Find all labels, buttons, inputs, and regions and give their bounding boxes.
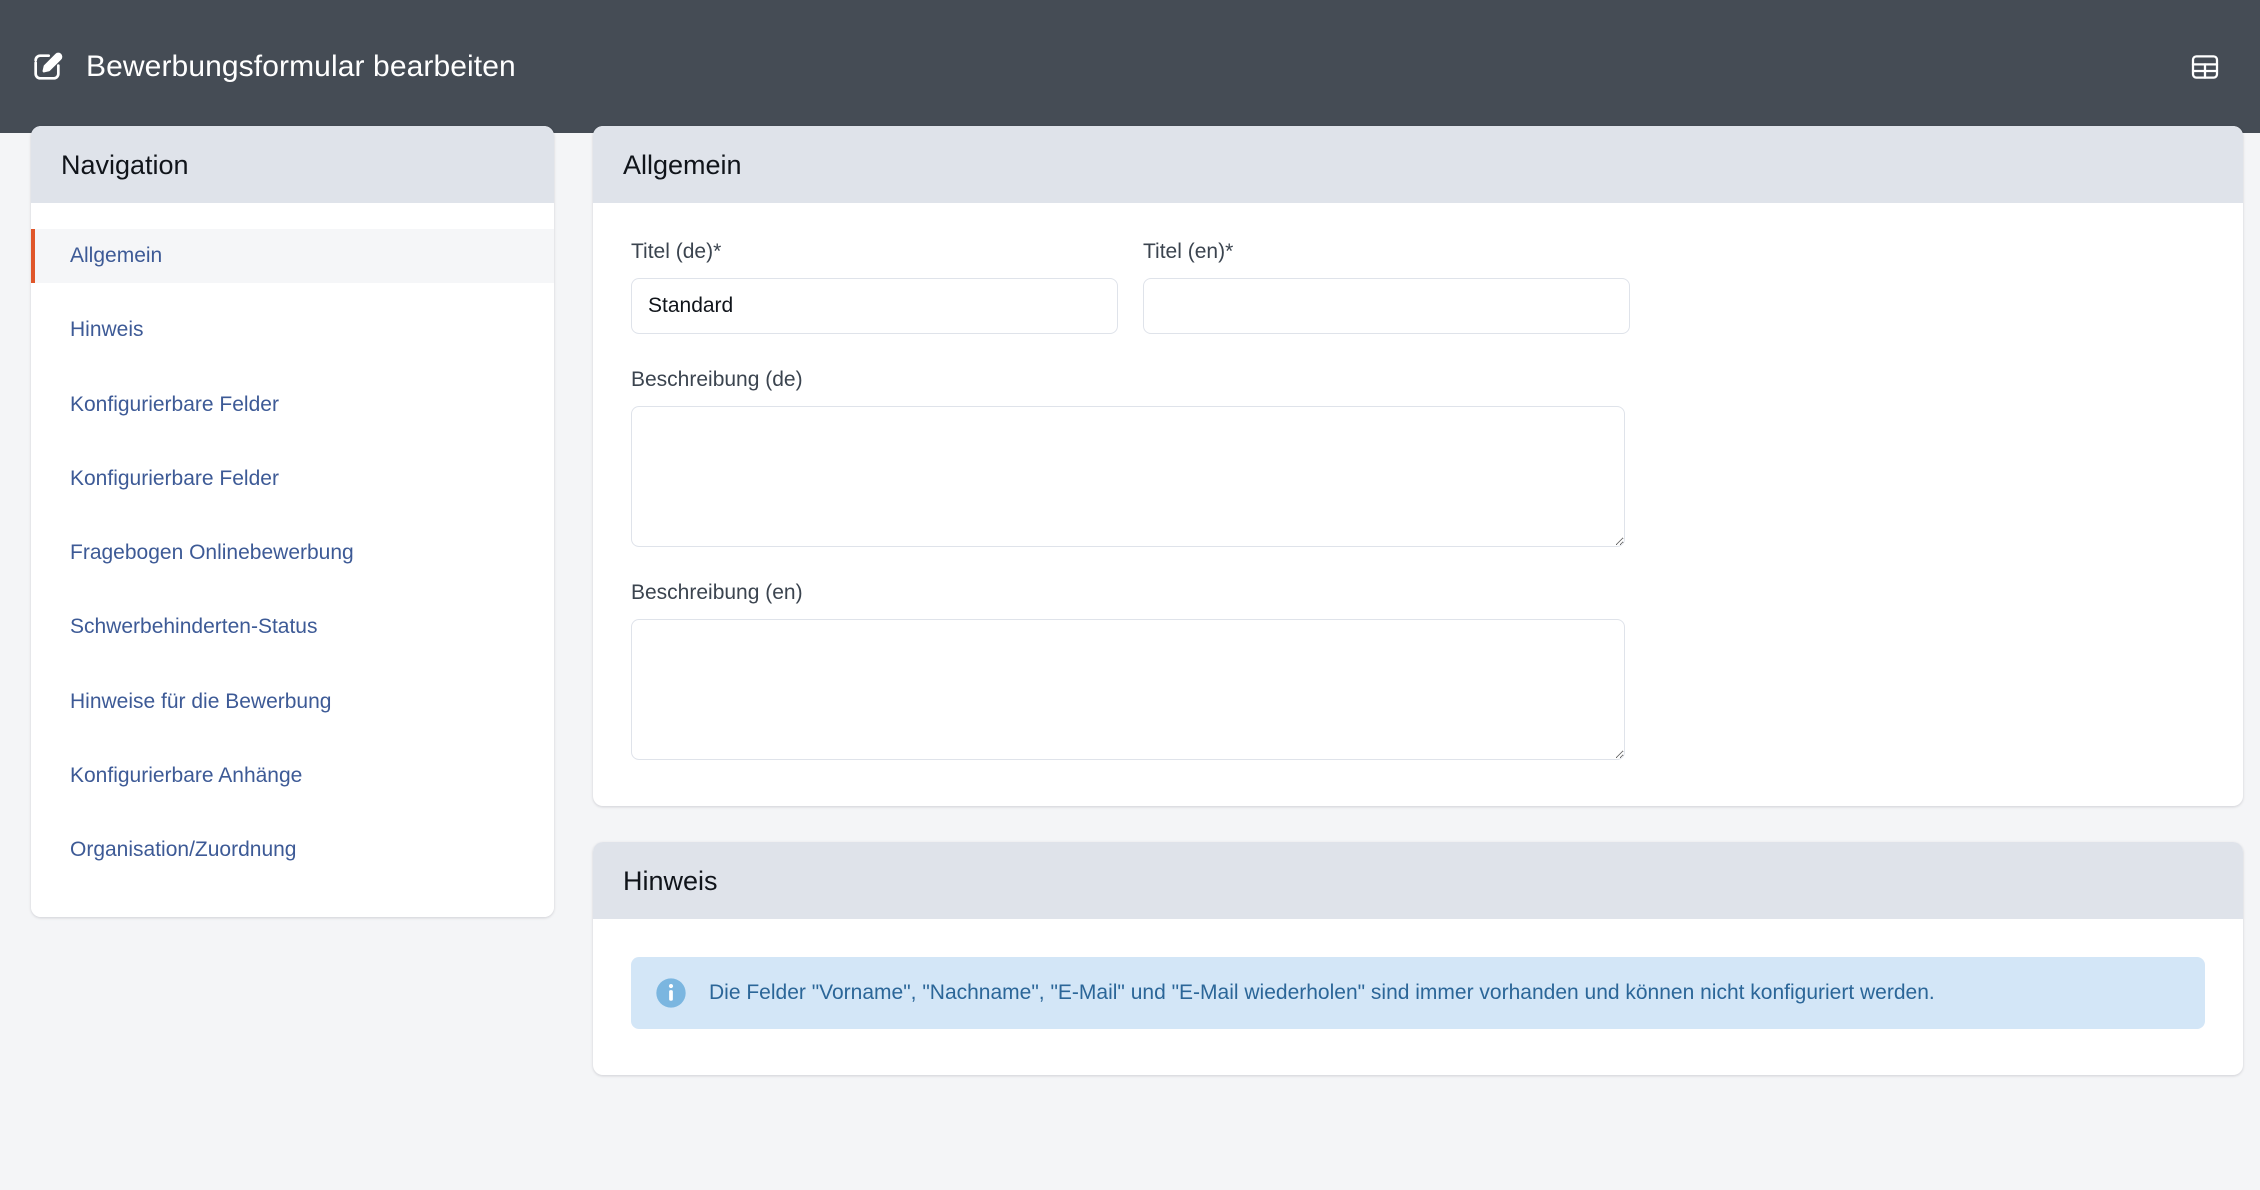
titel-en-field: Titel (en)* [1143,241,1630,334]
sidebar-item-konfigurierbare-felder-1[interactable]: Konfigurierbare Felder [31,378,554,432]
navigation-title: Navigation [61,150,189,180]
titel-de-field: Titel (de)* [631,241,1118,334]
beschreibung-de-field: Beschreibung (de) [631,369,1625,547]
titel-row: Titel (de)* Titel (en)* [631,241,2205,334]
sidebar-item-label: Schwerbehinderten-Status [70,615,318,639]
allgemein-title: Allgemein [623,150,742,180]
sidebar-item-konfigurierbare-anhaenge[interactable]: Konfigurierbare Anhänge [31,749,554,803]
beschreibung-de-label: Beschreibung (de) [631,368,803,391]
sidebar-item-label: Konfigurierbare Felder [70,466,279,490]
hinweis-body: Die Felder "Vorname", "Nachname", "E-Mai… [593,919,2243,1075]
navigation-panel: Navigation Allgemein Hinweis Konfigurier… [31,126,554,918]
titel-en-input[interactable] [1143,278,1630,334]
titel-de-input[interactable] [631,278,1118,334]
titel-en-label: Titel (en)* [1143,240,1234,263]
hinweis-alert-text: Die Felder "Vorname", "Nachname", "E-Mai… [709,981,1935,1005]
info-circle-icon [655,977,687,1009]
sidebar-item-hinweis[interactable]: Hinweis [31,303,554,357]
hinweis-alert: Die Felder "Vorname", "Nachname", "E-Mai… [631,957,2205,1029]
pencil-square-icon [30,50,64,84]
beschreibung-en-label: Beschreibung (en) [631,581,803,604]
sidebar-item-konfigurierbare-felder-2[interactable]: Konfigurierbare Felder [31,452,554,506]
app-bar: Bewerbungsformular bearbeiten [0,0,2260,133]
beschreibung-en-textarea[interactable] [631,619,1625,760]
sidebar-item-label: Organisation/Zuordnung [70,838,297,861]
allgemein-header: Allgemein [593,126,2243,203]
sidebar-item-allgemein[interactable]: Allgemein [31,229,554,284]
table-layout-icon[interactable] [2182,44,2228,90]
sidebar-item-organisation-zuordnung[interactable]: Organisation/Zuordnung [31,823,554,877]
sidebar-item-label: Fragebogen Onlinebewerbung [70,541,354,564]
sidebar-item-label: Allgemein [70,244,163,267]
sidebar-item-label: Hinweise für die Bewerbung [70,689,332,713]
sidebar-item-hinweise-fuer-die-bewerbung[interactable]: Hinweise für die Bewerbung [31,675,554,729]
content-column: Allgemein Titel (de)* Titel (en)* Beschr… [593,126,2243,1075]
navigation-list: Allgemein Hinweis Konfigurierbare Felder… [31,203,554,918]
sidebar-item-fragebogen-onlinebewerbung[interactable]: Fragebogen Onlinebewerbung [31,526,554,580]
hinweis-header: Hinweis [593,842,2243,919]
beschreibung-en-field: Beschreibung (en) [631,582,1625,760]
navigation-header: Navigation [31,126,554,203]
page-title: Bewerbungsformular bearbeiten [86,49,516,83]
app-brand: Bewerbungsformular bearbeiten [30,50,516,84]
hinweis-panel: Hinweis Die Felder "Vorname", "Nachname"… [593,842,2243,1075]
allgemein-panel: Allgemein Titel (de)* Titel (en)* Beschr… [593,126,2243,806]
sidebar-item-label: Konfigurierbare Anhänge [70,763,303,787]
sidebar-item-label: Konfigurierbare Felder [70,392,279,416]
titel-de-label: Titel (de)* [631,240,722,263]
allgemein-body: Titel (de)* Titel (en)* Beschreibung (de… [593,203,2243,806]
hinweis-title: Hinweis [623,866,718,896]
beschreibung-de-textarea[interactable] [631,406,1625,547]
sidebar-item-schwerbehinderten-status[interactable]: Schwerbehinderten-Status [31,600,554,654]
sidebar-item-label: Hinweis [70,318,144,342]
